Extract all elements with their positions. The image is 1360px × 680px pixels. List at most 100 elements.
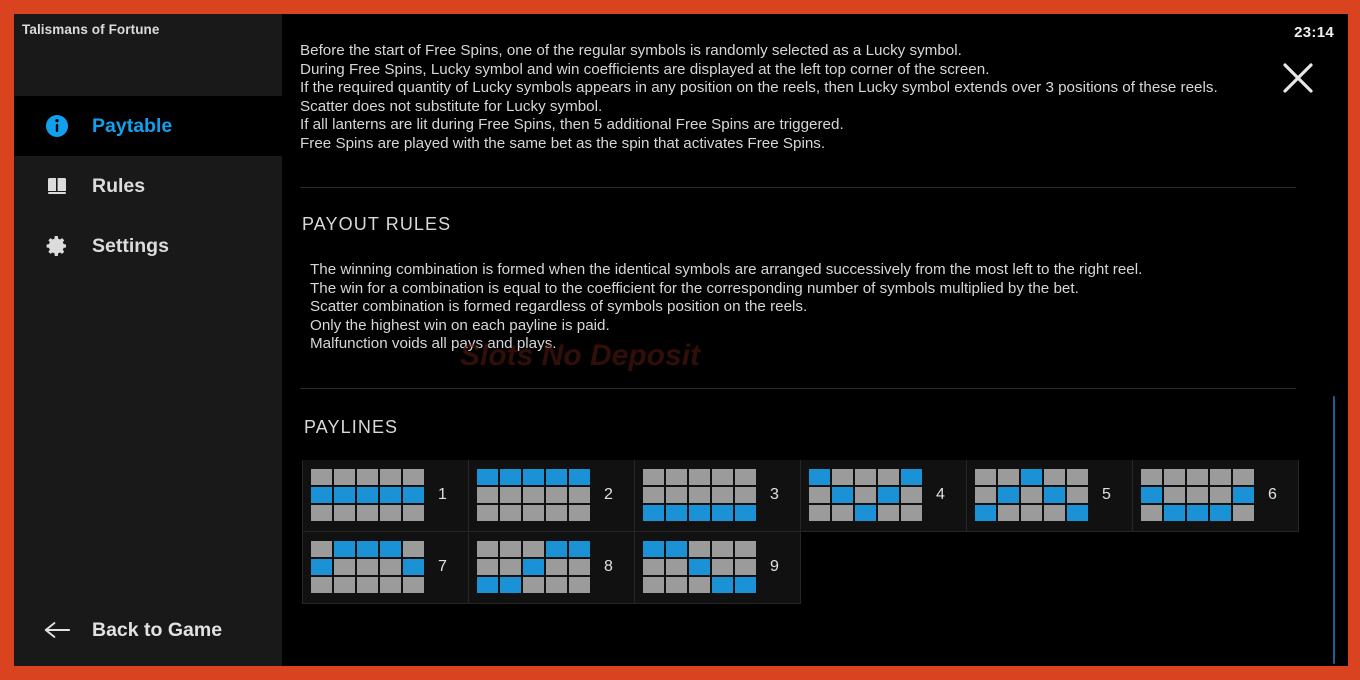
reel-cell-r1-c3 [546, 487, 567, 503]
freespins-line: If the required quantity of Lucky symbol… [300, 79, 1218, 96]
back-to-game-button[interactable]: Back to Game [14, 594, 282, 666]
reel-cell-r1-c0 [477, 487, 498, 503]
paylines-grid: 1 2 3 4 5 6 7 8 9 [302, 459, 1299, 604]
payline-cell-8[interactable]: 8 [469, 531, 635, 604]
reel-cell-r0-c2 [689, 541, 710, 557]
reel-cell-r2-c3 [1210, 505, 1231, 521]
game-title: Talismans of Fortune [22, 22, 160, 37]
reel-cell-r0-c3 [1044, 469, 1065, 485]
payline-cell-6[interactable]: 6 [1133, 459, 1299, 532]
reel-cell-r1-c2 [1021, 487, 1042, 503]
reel-cell-r0-c1 [500, 541, 521, 557]
back-to-game-label: Back to Game [92, 618, 223, 641]
reel-cell-r2-c2 [1021, 505, 1042, 521]
payout-rules-paragraph: The winning combination is formed when t… [310, 261, 1290, 354]
reel-cell-r2-c3 [546, 505, 567, 521]
payout-rule-line: The win for a combination is equal to th… [310, 279, 1079, 297]
paylines-section: PAYLINES 1 2 3 4 5 6 7 8 9 [300, 417, 1308, 604]
reel-cell-r1-c2 [689, 487, 710, 503]
reel-cell-r1-c1 [334, 487, 355, 503]
reel-cell-r1-c3 [380, 487, 401, 503]
reel-cell-r0-c1 [334, 541, 355, 557]
reel-cell-r2-c0 [1141, 505, 1162, 521]
reel-cell-r0-c0 [975, 469, 996, 485]
payline-cell-2[interactable]: 2 [469, 459, 635, 532]
section-divider [300, 387, 1296, 389]
reel-cell-r2-c1 [832, 505, 853, 521]
payline-cell-5[interactable]: 5 [967, 459, 1133, 532]
reel-cell-r1-c4 [403, 487, 424, 503]
payline-reel-grid [311, 469, 424, 521]
reel-cell-r2-c4 [735, 577, 756, 593]
payline-reel-grid [809, 469, 922, 521]
reel-cell-r0-c3 [712, 469, 733, 485]
scrollbar-thumb[interactable] [1333, 396, 1335, 664]
reel-cell-r2-c1 [666, 505, 687, 521]
reel-cell-r1-c3 [1210, 487, 1231, 503]
reel-cell-r2-c4 [735, 505, 756, 521]
reel-cell-r0-c0 [311, 541, 332, 557]
reel-cell-r0-c1 [666, 469, 687, 485]
reel-cell-r1-c1 [334, 559, 355, 575]
reel-cell-r2-c4 [1067, 505, 1088, 521]
reel-cell-r0-c0 [1141, 469, 1162, 485]
payline-number: 8 [604, 558, 613, 575]
reel-cell-r1-c4 [735, 559, 756, 575]
reel-cell-r0-c0 [477, 469, 498, 485]
payline-number: 9 [770, 558, 779, 575]
content-scroll-area: Before the start of Free Spins, one of t… [282, 14, 1348, 666]
main-content: 23:14 Before the start of Free Spins, on… [282, 14, 1348, 666]
reel-cell-r1-c0 [809, 487, 830, 503]
reel-cell-r1-c4 [569, 487, 590, 503]
payout-rule-line: The winning combination is formed when t… [310, 261, 1143, 278]
sidebar-item-paytable[interactable]: Paytable [14, 96, 282, 156]
payline-number: 7 [438, 558, 447, 575]
payline-cell-empty [967, 531, 1133, 604]
reel-cell-r2-c1 [998, 505, 1019, 521]
payline-cell-4[interactable]: 4 [801, 459, 967, 532]
payline-cell-9[interactable]: 9 [635, 531, 801, 604]
reel-cell-r0-c2 [1021, 469, 1042, 485]
reel-cell-r0-c1 [998, 469, 1019, 485]
payline-reel-grid [1141, 469, 1254, 521]
payout-rule-line: Malfunction voids all pays and plays. [310, 335, 557, 352]
reel-cell-r0-c0 [809, 469, 830, 485]
reel-cell-r0-c2 [1187, 469, 1208, 485]
payline-cell-3[interactable]: 3 [635, 459, 801, 532]
reel-cell-r0-c4 [569, 469, 590, 485]
reel-cell-r0-c3 [380, 469, 401, 485]
reel-cell-r2-c0 [477, 505, 498, 521]
arrow-left-icon [44, 617, 70, 643]
reel-cell-r0-c4 [403, 469, 424, 485]
reel-cell-r2-c0 [975, 505, 996, 521]
paylines-heading: PAYLINES [304, 416, 399, 437]
reel-cell-r2-c2 [523, 505, 544, 521]
reel-cell-r1-c2 [523, 487, 544, 503]
payline-cell-1[interactable]: 1 [303, 459, 469, 532]
payline-reel-grid [975, 469, 1088, 521]
sidebar-item-settings[interactable]: Settings [14, 216, 282, 276]
payline-cell-empty [801, 531, 967, 604]
reel-cell-r0-c4 [735, 541, 756, 557]
scrollbar-track[interactable] [1333, 14, 1342, 666]
reel-cell-r0-c0 [311, 469, 332, 485]
sidebar-item-rules[interactable]: Rules [14, 156, 282, 216]
reel-cell-r0-c0 [643, 541, 664, 557]
reel-cell-r1-c4 [901, 487, 922, 503]
payout-rule-line: Only the highest win on each payline is … [310, 316, 610, 334]
payout-rule-line: Scatter combination is formed regardless… [310, 298, 808, 315]
reel-cell-r1-c2 [1187, 487, 1208, 503]
reel-cell-r1-c0 [975, 487, 996, 503]
sidebar-item-label: Settings [92, 234, 169, 257]
reel-cell-r1-c2 [357, 487, 378, 503]
reel-cell-r1-c4 [1233, 487, 1254, 503]
reel-cell-r1-c4 [735, 487, 756, 503]
app-window: Talismans of Fortune Paytable Rules Sett… [14, 14, 1348, 666]
reel-cell-r2-c2 [689, 505, 710, 521]
reel-cell-r2-c0 [643, 505, 664, 521]
reel-cell-r1-c2 [689, 559, 710, 575]
freespins-paragraph: Before the start of Free Spins, one of t… [300, 42, 1230, 153]
payline-cell-7[interactable]: 7 [303, 531, 469, 604]
reel-cell-r2-c4 [569, 505, 590, 521]
reel-cell-r0-c1 [1164, 469, 1185, 485]
